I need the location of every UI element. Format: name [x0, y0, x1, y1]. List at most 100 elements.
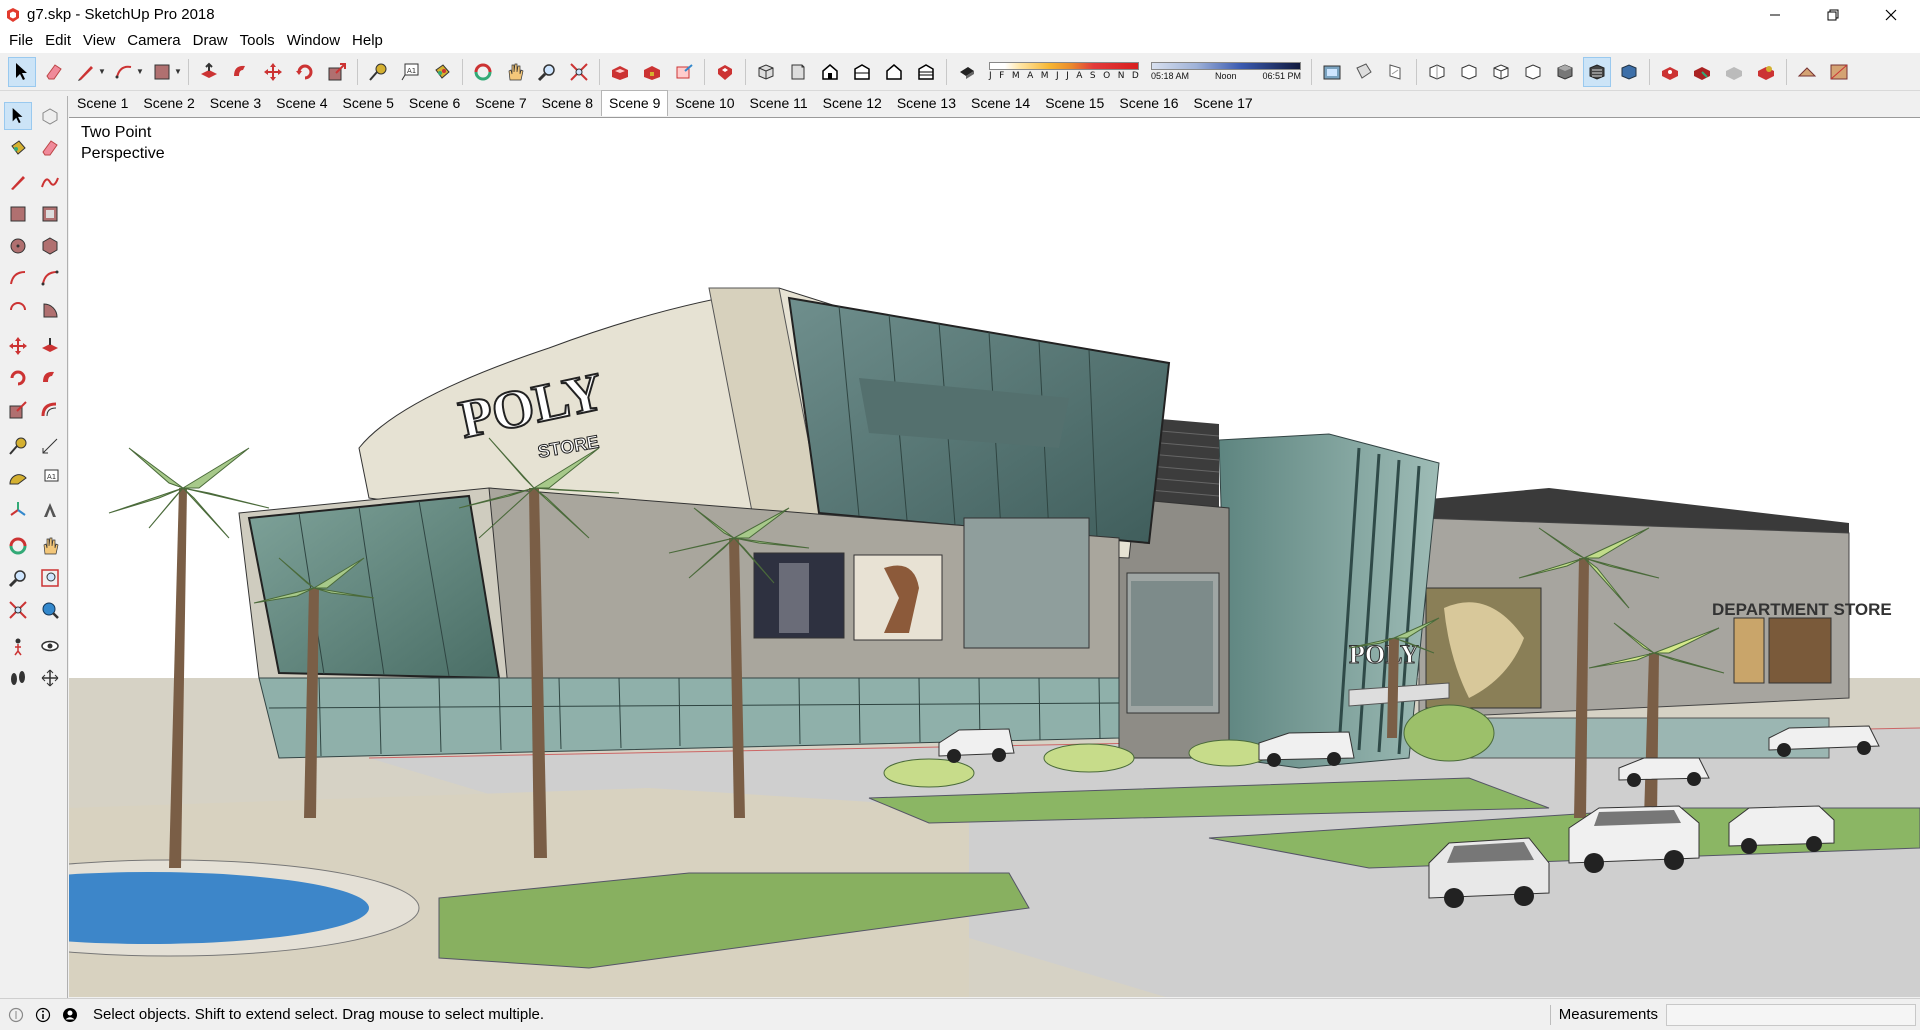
lt-section-plane[interactable]	[36, 664, 64, 692]
month-gradient-bar[interactable]	[989, 62, 1139, 70]
tool-rotate[interactable]	[291, 57, 319, 87]
lt-position-camera[interactable]	[4, 632, 32, 660]
tool-solid-tools[interactable]	[1752, 57, 1780, 87]
lt-dimension[interactable]	[36, 432, 64, 460]
display-section-planes[interactable]	[1350, 57, 1378, 87]
tool-select[interactable]	[8, 56, 36, 87]
lt-two-point-arc[interactable]	[36, 264, 64, 292]
lt-polygon[interactable]	[36, 232, 64, 260]
tool-follow-me[interactable]	[227, 57, 255, 87]
tool-layout[interactable]	[1656, 57, 1684, 87]
tab-scene-2[interactable]: Scene 2	[136, 92, 202, 116]
lt-previous-view[interactable]	[36, 596, 64, 624]
lt-pan[interactable]	[36, 532, 64, 560]
menu-file[interactable]: File	[3, 29, 39, 53]
tool-extension-warehouse[interactable]	[711, 57, 739, 87]
menu-edit[interactable]: Edit	[39, 29, 77, 53]
model-viewport[interactable]: Two Point Perspective DEPARTMENT STORE P…	[69, 117, 1920, 997]
lt-tape-measure[interactable]	[4, 432, 32, 460]
tool-text[interactable]: A1	[396, 57, 424, 87]
tool-style-builder[interactable]	[1688, 57, 1716, 87]
style-wireframe[interactable]	[1487, 57, 1515, 87]
view-top[interactable]	[784, 57, 812, 87]
lt-zoom-extents[interactable]	[4, 596, 32, 624]
tool-zoom-extents[interactable]	[565, 57, 593, 87]
lt-rotate[interactable]	[4, 364, 32, 392]
style-back-edges[interactable]	[1455, 57, 1483, 87]
lt-rotated-rectangle[interactable]	[36, 200, 64, 228]
pencil-dropdown-arrow[interactable]: ▼	[98, 67, 106, 76]
tool-eraser[interactable]	[40, 57, 68, 87]
lt-circle[interactable]	[4, 232, 32, 260]
tool-push-pull[interactable]	[195, 57, 223, 87]
lt-pie[interactable]	[36, 296, 64, 324]
lt-freehand[interactable]	[36, 168, 64, 196]
lt-select[interactable]	[4, 102, 32, 130]
tab-scene-17[interactable]: Scene 17	[1187, 92, 1261, 116]
arc-dropdown-arrow[interactable]: ▼	[136, 67, 144, 76]
restore-button[interactable]	[1804, 0, 1862, 29]
lt-make-component[interactable]	[36, 102, 64, 130]
lt-rectangle[interactable]	[4, 200, 32, 228]
lt-zoom-window[interactable]	[36, 564, 64, 592]
tool-rectangle[interactable]	[148, 57, 176, 87]
tab-scene-10[interactable]: Scene 10	[668, 92, 742, 116]
tab-scene-7[interactable]: Scene 7	[468, 92, 534, 116]
lt-orbit[interactable]	[4, 532, 32, 560]
tab-scene-14[interactable]: Scene 14	[964, 92, 1038, 116]
tab-scene-6[interactable]: Scene 6	[402, 92, 468, 116]
tab-scene-13[interactable]: Scene 13	[890, 92, 964, 116]
lt-three-point-arc[interactable]	[4, 296, 32, 324]
style-shaded-textures[interactable]	[1583, 56, 1611, 87]
tool-photo-match[interactable]	[1825, 57, 1853, 87]
lt-line[interactable]	[4, 168, 32, 196]
tool-orbit[interactable]	[469, 57, 497, 87]
tool-sandbox[interactable]	[1793, 57, 1821, 87]
style-monochrome[interactable]	[1615, 57, 1643, 87]
tool-pan[interactable]	[501, 57, 529, 87]
lt-arc[interactable]	[4, 264, 32, 292]
credits-button[interactable]	[32, 1004, 54, 1026]
menu-view[interactable]: View	[77, 29, 121, 53]
tool-section-plane[interactable]	[1318, 57, 1346, 87]
lt-eraser[interactable]	[36, 134, 64, 162]
tab-scene-15[interactable]: Scene 15	[1038, 92, 1112, 116]
measurements-input[interactable]	[1666, 1004, 1916, 1026]
lt-look-around[interactable]	[36, 632, 64, 660]
shape-dropdown-arrow[interactable]: ▼	[174, 67, 182, 76]
tab-scene-16[interactable]: Scene 16	[1112, 92, 1186, 116]
tool-warehouse-get-models[interactable]	[606, 57, 634, 87]
lt-protractor[interactable]	[4, 464, 32, 492]
tool-scale[interactable]	[323, 57, 351, 87]
lt-offset[interactable]	[36, 396, 64, 424]
lt-zoom[interactable]	[4, 564, 32, 592]
menu-tools[interactable]: Tools	[234, 29, 281, 53]
tool-arc[interactable]	[110, 57, 138, 87]
menu-camera[interactable]: Camera	[121, 29, 186, 53]
time-gradient-bar[interactable]	[1151, 62, 1301, 70]
minimize-button[interactable]	[1746, 0, 1804, 29]
lt-3d-text[interactable]	[36, 496, 64, 524]
menu-help[interactable]: Help	[346, 29, 389, 53]
lt-paint-bucket[interactable]	[4, 134, 32, 162]
tool-warehouse-share-model[interactable]	[638, 57, 666, 87]
menu-window[interactable]: Window	[281, 29, 346, 53]
view-right[interactable]	[848, 57, 876, 87]
tool-pencil-line[interactable]	[72, 57, 100, 87]
style-xray[interactable]	[1423, 57, 1451, 87]
tab-scene-5[interactable]: Scene 5	[336, 92, 402, 116]
lt-push-pull[interactable]	[36, 332, 64, 360]
display-section-cuts[interactable]	[1382, 57, 1410, 87]
shadow-time-slider[interactable]: 05:18 AM Noon 06:51 PM	[1151, 62, 1301, 81]
view-left[interactable]	[912, 57, 940, 87]
menu-draw[interactable]: Draw	[187, 29, 234, 53]
style-hidden-line[interactable]	[1519, 57, 1547, 87]
tool-zoom[interactable]	[533, 57, 561, 87]
tab-scene-8[interactable]: Scene 8	[535, 92, 601, 116]
lt-text[interactable]: A1	[36, 464, 64, 492]
shadow-month-slider[interactable]: J F M A M J J A S O N D	[989, 62, 1139, 81]
view-front[interactable]	[816, 57, 844, 87]
view-iso[interactable]	[752, 57, 780, 87]
tab-scene-9[interactable]: Scene 9	[601, 90, 669, 116]
lt-axes[interactable]	[4, 496, 32, 524]
